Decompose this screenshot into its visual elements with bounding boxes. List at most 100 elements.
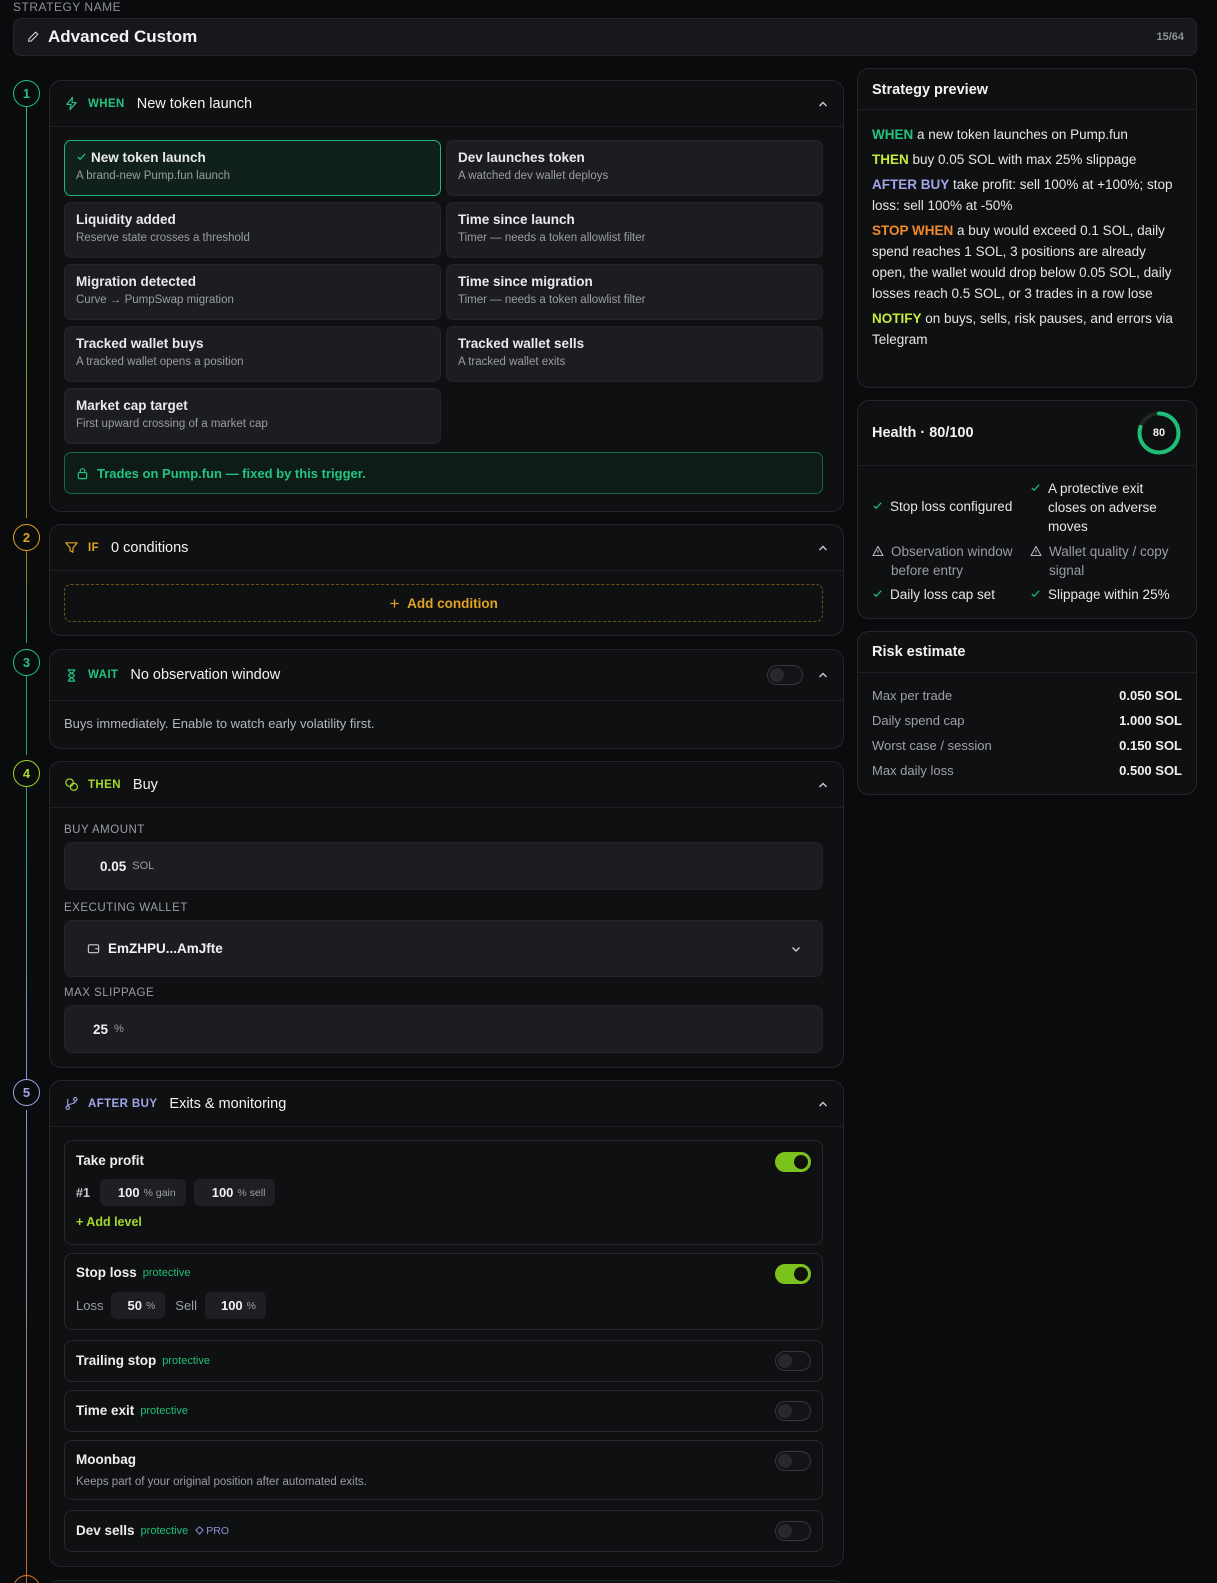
- trigger-option-title: Liquidity added: [76, 212, 176, 227]
- preview-line-then: THEN buy 0.05 SOL with max 25% slippage: [872, 149, 1182, 170]
- step-rail-3: [26, 669, 27, 755]
- wait-card: WAIT No observation window Buys immediat…: [49, 649, 844, 749]
- lock-icon: [77, 467, 88, 479]
- time-exit-title: Time exit: [76, 1403, 135, 1418]
- stop-loss-toggle[interactable]: [775, 1264, 811, 1284]
- risk-label: Worst case / session: [872, 738, 992, 753]
- risk-value: 0.150 SOL: [1119, 738, 1182, 753]
- step-number-2: 2: [13, 524, 40, 551]
- trigger-option-title: Time since migration: [458, 274, 593, 289]
- wait-card-header[interactable]: WAIT No observation window: [50, 650, 843, 701]
- take-profit-gain-input[interactable]: 100% gain: [99, 1179, 186, 1206]
- after-buy-keyword: AFTER BUY: [88, 1097, 158, 1110]
- buy-amount-value: 0.05: [100, 858, 127, 874]
- stop-loss-loss-input[interactable]: 50%: [111, 1292, 166, 1319]
- trigger-option-time-since-migration[interactable]: Time since migration Timer — needs a tok…: [446, 264, 823, 320]
- stop-loss-sell-unit: %: [246, 1299, 257, 1312]
- risk-rows: Max per trade 0.050 SOL Daily spend cap 1.…: [858, 673, 1196, 778]
- warning-icon: [1030, 545, 1042, 557]
- preview-kw-stop-when: STOP WHEN: [872, 223, 954, 238]
- risk-row-worst-case: Worst case / session 0.150 SOL: [872, 738, 1182, 753]
- stop-loss-title: Stop loss: [76, 1265, 137, 1280]
- preview-line-after-buy: AFTER BUY take profit: sell 100% at +100…: [872, 174, 1182, 216]
- warning-icon: [872, 545, 884, 557]
- take-profit-sell-input[interactable]: 100% sell: [193, 1179, 276, 1206]
- health-score-ring: 80: [1136, 410, 1182, 456]
- trigger-option-migration-detected[interactable]: Migration detected Curve → PumpSwap migr…: [64, 264, 441, 320]
- when-card: WHEN New token launch New token launch A…: [49, 80, 844, 512]
- risk-value: 1.000 SOL: [1119, 713, 1182, 728]
- time-exit-card: Time exit protective: [64, 1390, 823, 1432]
- health-check-text: Daily loss cap set: [890, 587, 996, 602]
- moonbag-card: Moonbag Keeps part of your original posi…: [64, 1440, 823, 1500]
- risk-estimate-card: Risk estimate Max per trade 0.050 SOL Dai…: [857, 631, 1197, 795]
- trigger-option-desc: A brand-new Pump.fun launch: [76, 170, 231, 182]
- wait-keyword: WAIT: [88, 669, 119, 681]
- trigger-option-liquidity-added[interactable]: Liquidity added Reserve state crosses a …: [64, 202, 441, 258]
- trigger-option-dev-launches-token[interactable]: Dev launches token A watched dev wallet …: [446, 140, 823, 196]
- trailing-stop-title: Trailing stop: [76, 1353, 157, 1368]
- trigger-option-market-cap-target[interactable]: Market cap target First upward crossing …: [64, 388, 441, 444]
- executing-wallet-select[interactable]: EmZHPU...AmJfte: [64, 920, 823, 977]
- chevron-up-icon[interactable]: [817, 1098, 829, 1110]
- step-rail-2: [26, 545, 27, 643]
- moonbag-desc: Keeps part of your original position aft…: [76, 1476, 367, 1488]
- trailing-stop-toggle[interactable]: [775, 1351, 811, 1371]
- trigger-option-title: Tracked wallet buys: [76, 336, 204, 351]
- check-icon: [1031, 590, 1040, 598]
- time-exit-toggle[interactable]: [775, 1401, 811, 1421]
- trigger-option-desc: Timer — needs a token allowlist filter: [458, 294, 646, 306]
- health-check-text: Slippage within 25%: [1048, 587, 1170, 602]
- if-card: IF 0 conditions Add condition: [49, 524, 844, 636]
- trigger-option-new-token-launch[interactable]: New token launch A brand-new Pump.fun la…: [64, 140, 441, 196]
- health-check-text: Stop loss configured: [890, 499, 1013, 514]
- diamond-icon: [195, 1526, 205, 1535]
- chevron-up-icon[interactable]: [817, 779, 829, 791]
- step-number-6-partial: [13, 1575, 40, 1583]
- take-profit-gain-value: 100: [117, 1185, 140, 1200]
- chevron-up-icon[interactable]: [817, 669, 829, 681]
- wait-toggle[interactable]: [767, 665, 803, 685]
- wallet-icon: [87, 944, 100, 954]
- trigger-option-desc: First upward crossing of a market cap: [76, 418, 268, 430]
- after-buy-card-header[interactable]: AFTER BUY Exits & monitoring: [50, 1081, 843, 1127]
- moonbag-toggle[interactable]: [775, 1451, 811, 1471]
- step-rail-5: [26, 1110, 27, 1583]
- take-profit-gain-unit: % gain: [143, 1186, 176, 1199]
- strategy-name-input[interactable]: Advanced Custom 15/64: [13, 18, 1197, 56]
- then-card-header[interactable]: THEN Buy: [50, 762, 843, 808]
- chevron-up-icon[interactable]: [817, 98, 829, 110]
- strategy-name-value: Advanced Custom: [48, 27, 198, 46]
- health-check-text: Observation window before entry: [891, 544, 1013, 578]
- trigger-option-title: Time since launch: [458, 212, 575, 227]
- trigger-option-tracked-wallet-buys[interactable]: Tracked wallet buys A tracked wallet ope…: [64, 326, 441, 382]
- dev-sells-card: Dev sells protective PRO: [64, 1510, 823, 1552]
- add-condition-button[interactable]: Add condition: [64, 584, 823, 622]
- max-slippage-input[interactable]: 25 %: [64, 1005, 823, 1053]
- health-card: Health · 80/100 80 Stop loss configured …: [857, 400, 1197, 619]
- stop-loss-loss-value: 50: [127, 1298, 142, 1313]
- preview-line-when: WHEN a new token launches on Pump.fun: [872, 124, 1182, 145]
- plus-icon: [390, 598, 399, 608]
- dev-sells-toggle[interactable]: [775, 1521, 811, 1541]
- buy-amount-input[interactable]: 0.05 SOL: [64, 842, 823, 890]
- if-title: 0 conditions: [111, 539, 189, 556]
- step-number-4: 4: [13, 760, 40, 787]
- stop-loss-sell-input[interactable]: 100%: [204, 1292, 267, 1319]
- add-level-button[interactable]: + Add level: [76, 1215, 142, 1229]
- stop-loss-header: Stop loss protective: [76, 1265, 190, 1280]
- take-profit-toggle[interactable]: [775, 1152, 811, 1172]
- strategy-name-label: STRATEGY NAME: [13, 0, 122, 14]
- when-card-header[interactable]: WHEN New token launch: [50, 81, 843, 127]
- risk-label: Max per trade: [872, 688, 953, 703]
- check-icon: [77, 153, 86, 161]
- trigger-option-time-since-launch[interactable]: Time since launch Timer — needs a token …: [446, 202, 823, 258]
- if-card-header[interactable]: IF 0 conditions: [50, 525, 843, 571]
- trigger-option-tracked-wallet-sells[interactable]: Tracked wallet sells A tracked wallet ex…: [446, 326, 823, 382]
- health-check-protective-exit: A protective exit closes on adverse move…: [1030, 479, 1185, 536]
- moonbag-title: Moonbag: [76, 1452, 136, 1467]
- trigger-option-title: New token launch: [91, 150, 206, 165]
- chevron-up-icon[interactable]: [817, 542, 829, 554]
- trigger-option-desc: A watched dev wallet deploys: [458, 170, 609, 182]
- coins-icon: [65, 778, 79, 792]
